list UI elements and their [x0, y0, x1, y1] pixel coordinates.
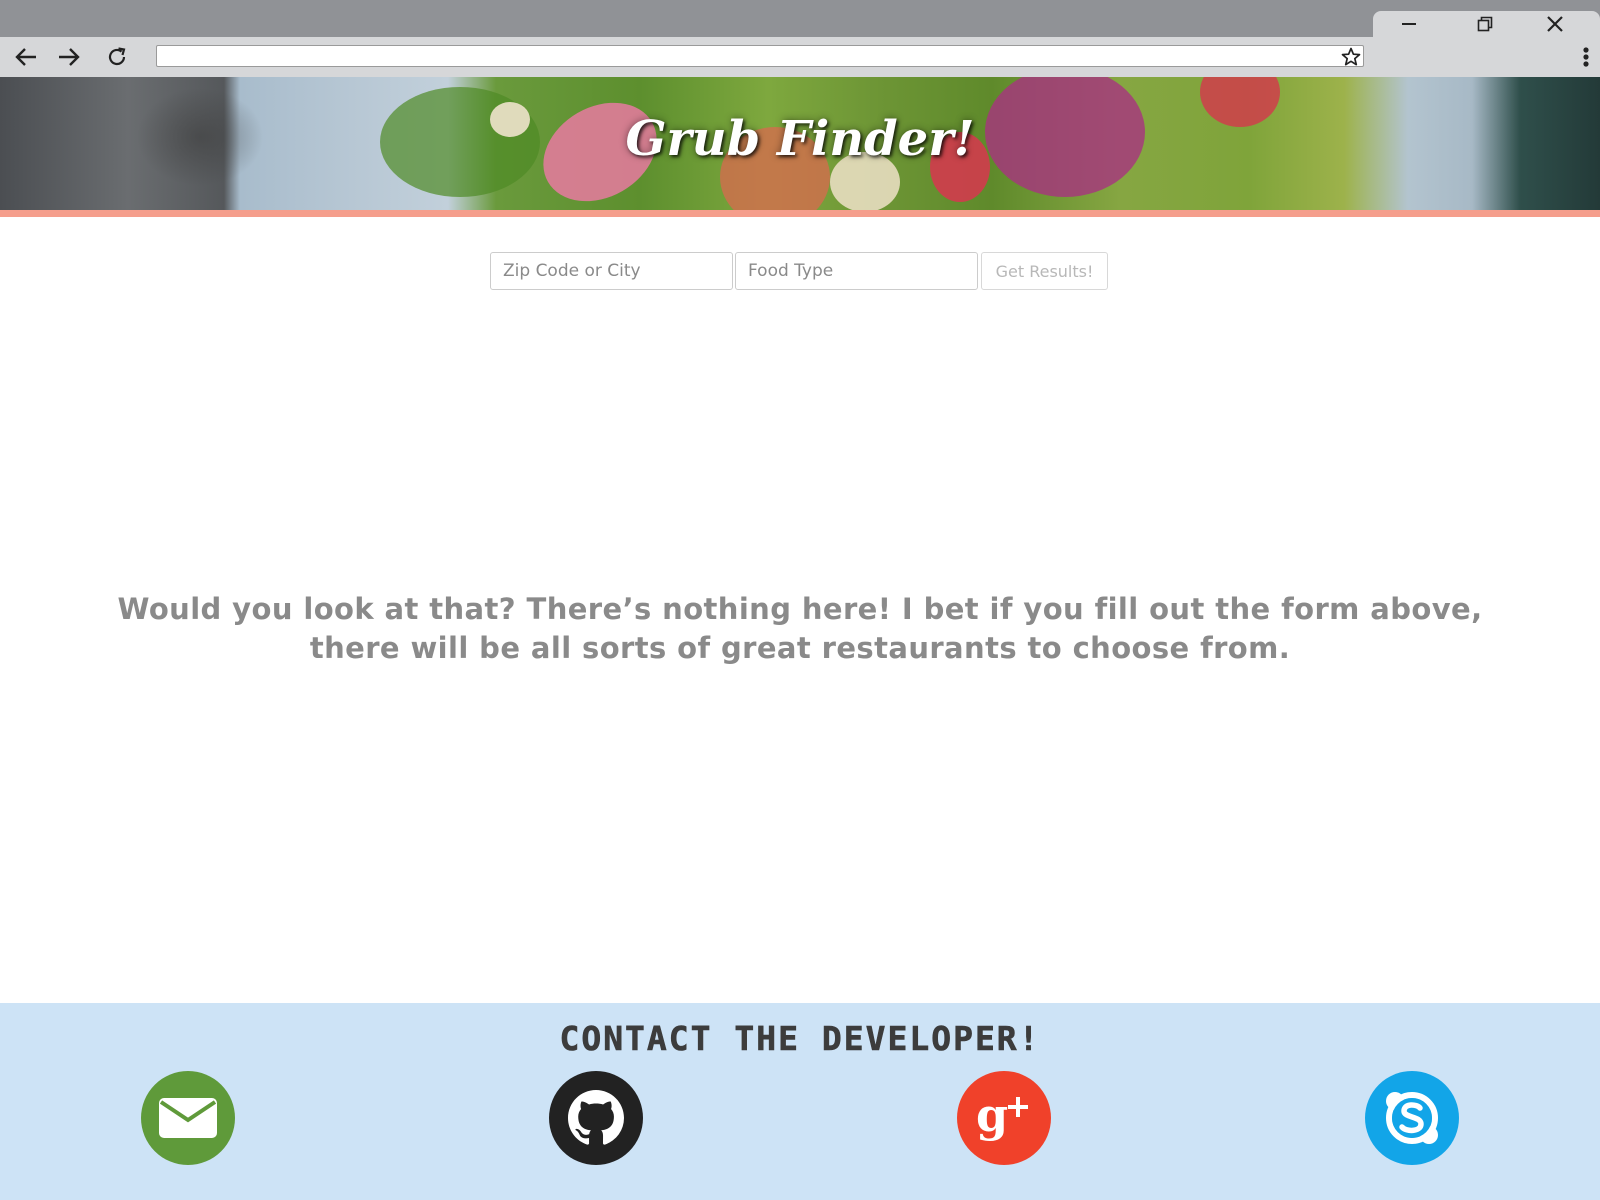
location-input[interactable]: [490, 252, 733, 290]
address-bar[interactable]: [156, 45, 1364, 67]
restore-button[interactable]: [1453, 11, 1517, 37]
google-plus-contact-button[interactable]: g: [957, 1071, 1051, 1165]
skype-contact-button[interactable]: [1365, 1071, 1459, 1165]
contact-heading: CONTACT THE DEVELOPER!: [559, 1019, 1041, 1059]
close-window-button[interactable]: [1523, 11, 1587, 37]
get-results-button[interactable]: Get Results!: [981, 252, 1108, 290]
kebab-menu-icon: [1583, 47, 1589, 67]
browser-tab-strip: [0, 0, 1600, 37]
svg-text:g: g: [976, 1093, 1008, 1142]
empty-results-message: Would you look at that? There’s nothing …: [100, 590, 1500, 668]
food-type-input[interactable]: [735, 252, 978, 290]
window-controls: [1373, 11, 1600, 39]
minimize-button[interactable]: [1377, 11, 1441, 37]
hero-accent-stripe: [0, 210, 1600, 217]
github-contact-button[interactable]: [549, 1071, 643, 1165]
hero-banner: Grub Finder!: [0, 77, 1600, 210]
email-contact-button[interactable]: [141, 1071, 235, 1165]
restore-icon: [1477, 16, 1493, 32]
forward-button[interactable]: [53, 43, 85, 71]
forward-arrow-icon: [59, 48, 80, 66]
github-icon: [568, 1090, 624, 1145]
minimize-icon: [1402, 23, 1416, 25]
back-arrow-icon: [15, 48, 36, 66]
browser-menu-button[interactable]: [1576, 43, 1596, 71]
star-icon: [1341, 47, 1361, 66]
empty-message-line-1: Would you look at that? There’s nothing …: [117, 592, 1483, 626]
site-title: Grub Finder!: [625, 110, 975, 167]
skype-icon: [1386, 1092, 1438, 1144]
email-icon: [159, 1098, 217, 1138]
reload-icon: [108, 47, 126, 66]
reload-button[interactable]: [101, 43, 133, 71]
back-button[interactable]: [10, 43, 42, 71]
empty-message-line-2: there will be all sorts of great restaur…: [309, 631, 1291, 665]
browser-toolbar: [0, 37, 1600, 77]
bookmark-button[interactable]: [1340, 46, 1362, 68]
close-icon: [1547, 16, 1563, 32]
contact-footer: CONTACT THE DEVELOPER! g: [0, 1003, 1600, 1200]
google-plus-icon: g: [976, 1093, 1028, 1142]
